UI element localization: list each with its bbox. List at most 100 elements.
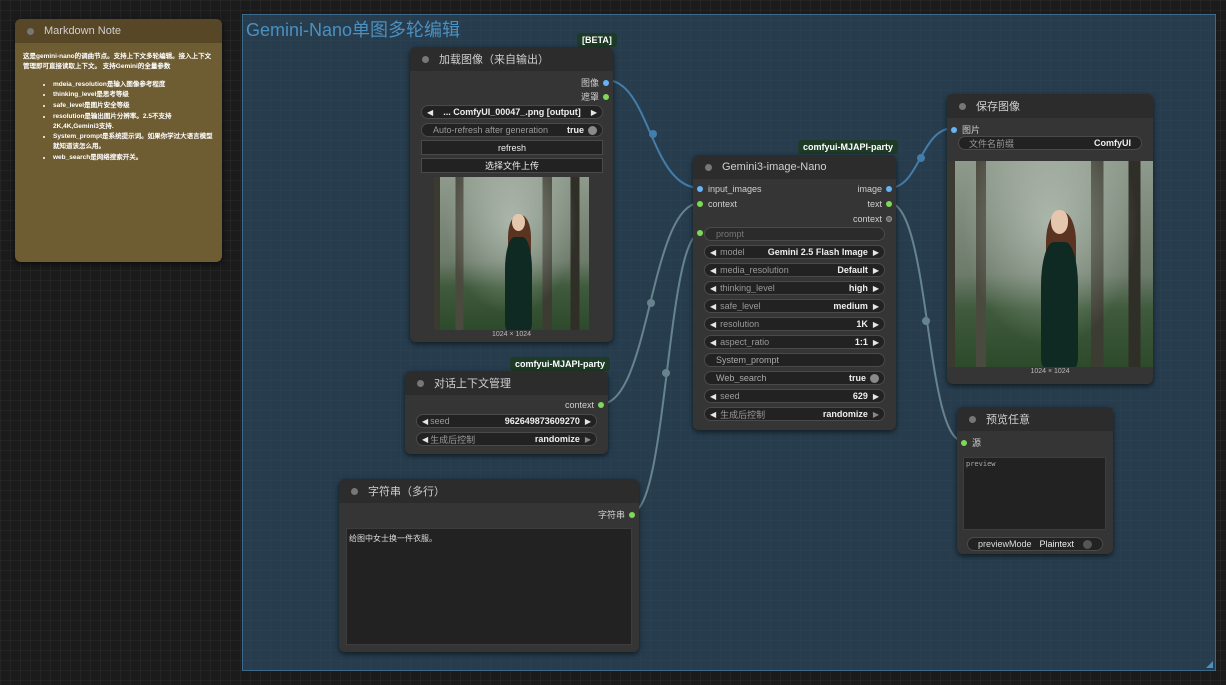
collapse-dot-icon[interactable] — [705, 163, 712, 171]
arrow-right-icon[interactable]: ▶ — [585, 435, 591, 444]
output-socket-icon[interactable] — [603, 93, 609, 100]
collapse-dot-icon[interactable] — [417, 379, 424, 387]
collapse-dot-icon[interactable] — [969, 415, 976, 423]
input-prompt[interactable] — [697, 230, 703, 236]
output-socket-icon[interactable] — [598, 402, 604, 408]
note-title-bar[interactable]: Markdown Note — [15, 19, 222, 43]
output-socket-icon[interactable] — [603, 79, 609, 86]
node-title-bar[interactable]: Gemini3-image-Nano — [693, 155, 896, 179]
arrow-right-icon[interactable]: ▶ — [873, 248, 879, 257]
autorefresh-toggle[interactable]: Auto-refresh after generation true — [421, 123, 603, 137]
collapse-dot-icon[interactable] — [27, 27, 34, 35]
input-socket-icon[interactable] — [961, 439, 967, 446]
output-socket-icon[interactable] — [629, 511, 635, 518]
group-title[interactable]: Gemini-Nano单图多轮编辑 — [246, 16, 460, 42]
node-title: 对话上下文管理 — [434, 378, 511, 390]
arrow-left-icon[interactable]: ◀ — [710, 284, 716, 293]
control-after-widget[interactable]: ◀ 生成后控制 randomize ▶ — [416, 432, 597, 446]
arrow-right-icon[interactable]: ▶ — [591, 108, 597, 117]
control-after-widget[interactable]: ◀ 生成后控制 randomize ▶ — [704, 407, 885, 421]
node-title-bar[interactable]: 字符串（多行） — [339, 479, 639, 503]
thinking-level-widget[interactable]: ◀ thinking_level high ▶ — [704, 281, 885, 295]
collapse-dot-icon[interactable] — [351, 487, 358, 495]
arrow-right-icon[interactable]: ▶ — [585, 417, 591, 426]
output-image[interactable]: 图像 — [581, 76, 609, 89]
string-multiline-node[interactable]: 字符串（多行） 字符串 给图中女士换一件衣服。 — [339, 479, 639, 652]
resolution-widget[interactable]: ◀ resolution 1K ▶ — [704, 317, 885, 331]
input-socket-icon[interactable] — [697, 230, 703, 236]
preview-any-node[interactable]: 预览任意 源 preview previewMode Plaintext — [957, 407, 1113, 554]
arrow-left-icon[interactable]: ◀ — [422, 417, 428, 426]
system-prompt-input[interactable]: System_prompt — [704, 353, 885, 367]
web-search-toggle[interactable]: Web_search true — [704, 371, 885, 385]
output-mask[interactable]: 遮罩 — [581, 90, 609, 103]
seed-widget[interactable]: ◀ seed 962649873609270 ▶ — [416, 414, 597, 428]
toggle-knob-icon[interactable] — [870, 373, 879, 383]
arrow-right-icon[interactable]: ▶ — [873, 284, 879, 293]
arrow-left-icon[interactable]: ◀ — [422, 435, 428, 444]
filename-prefix-input[interactable]: 文件名前缀 ComfyUI — [958, 136, 1142, 150]
node-title: Gemini3-image-Nano — [722, 161, 827, 173]
input-socket-icon[interactable] — [951, 126, 957, 133]
output-string[interactable]: 字符串 — [598, 508, 635, 521]
note-intro: 这是gemini-nano的调曲节点。支持上下文多轮编辑。接入上下文管理即可直接… — [23, 53, 212, 70]
output-context[interactable]: context — [565, 400, 604, 410]
arrow-right-icon[interactable]: ▶ — [873, 410, 879, 419]
output-image[interactable]: image — [857, 184, 892, 194]
arrow-left-icon[interactable]: ◀ — [710, 248, 716, 257]
gemini-nano-node[interactable]: Gemini3-image-Nano input_images context … — [693, 155, 896, 430]
arrow-right-icon[interactable]: ▶ — [873, 266, 879, 275]
upload-button[interactable]: 选择文件上传 — [421, 158, 603, 173]
aspect-ratio-widget[interactable]: ◀ aspect_ratio 1:1 ▶ — [704, 335, 885, 349]
output-label: text — [867, 199, 882, 209]
arrow-left-icon[interactable]: ◀ — [710, 302, 716, 311]
file-select[interactable]: ◀ ... ComfyUI_00047_.png [output] ▶ — [421, 105, 603, 119]
save-image-node[interactable]: 保存图像 图片 文件名前缀 ComfyUI 1024 × 1024 — [947, 94, 1153, 384]
input-source[interactable]: 源 — [961, 436, 981, 449]
arrow-right-icon[interactable]: ▶ — [873, 320, 879, 329]
toggle-knob-icon[interactable] — [588, 125, 597, 135]
output-socket-icon[interactable] — [886, 216, 892, 222]
node-title-bar[interactable]: 对话上下文管理 — [405, 371, 608, 395]
widget-value: 962649873609270 — [504, 416, 580, 426]
input-images[interactable]: input_images — [697, 184, 762, 194]
arrow-left-icon[interactable]: ◀ — [710, 392, 716, 401]
arrow-left-icon[interactable]: ◀ — [710, 320, 716, 329]
toggle-knob-icon[interactable] — [1083, 539, 1093, 549]
output-label: 图像 — [580, 78, 599, 88]
safe-level-widget[interactable]: ◀ safe_level medium ▶ — [704, 299, 885, 313]
collapse-dot-icon[interactable] — [959, 102, 966, 110]
text-input[interactable]: 给图中女士换一件衣服。 — [346, 528, 632, 645]
input-images[interactable]: 图片 — [951, 123, 980, 136]
arrow-left-icon[interactable]: ◀ — [710, 338, 716, 347]
output-socket-icon[interactable] — [886, 186, 892, 192]
arrow-right-icon[interactable]: ▶ — [873, 338, 879, 347]
arrow-left-icon[interactable]: ◀ — [710, 410, 716, 419]
refresh-button[interactable]: refresh — [421, 140, 603, 155]
output-socket-icon[interactable] — [886, 201, 892, 207]
input-socket-icon[interactable] — [697, 186, 703, 192]
load-image-node[interactable]: 加载图像（来自输出） 图像 遮罩 ◀ ... ComfyUI_00047_.pn… — [410, 47, 613, 342]
arrow-right-icon[interactable]: ▶ — [873, 392, 879, 401]
output-text[interactable]: text — [867, 199, 892, 209]
seed-widget[interactable]: ◀ seed 629 ▶ — [704, 389, 885, 403]
markdown-note[interactable]: Markdown Note 这是gemini-nano的调曲节点。支持上下文多轮… — [15, 19, 222, 262]
arrow-left-icon[interactable]: ◀ — [710, 266, 716, 275]
arrow-right-icon[interactable]: ▶ — [873, 302, 879, 311]
preview-text[interactable]: preview — [963, 457, 1106, 530]
node-title-bar[interactable]: 加载图像（来自输出） — [410, 47, 613, 71]
media-resolution-widget[interactable]: ◀ media_resolution Default ▶ — [704, 263, 885, 277]
node-title-bar[interactable]: 保存图像 — [947, 94, 1153, 118]
group-resize-handle[interactable] — [1206, 661, 1213, 668]
collapse-dot-icon[interactable] — [422, 55, 429, 63]
node-title-bar[interactable]: 预览任意 — [957, 407, 1113, 431]
preview-mode-toggle[interactable]: previewMode Plaintext — [967, 537, 1103, 551]
context-manager-node[interactable]: 对话上下文管理 context ◀ seed 962649873609270 ▶… — [405, 371, 608, 454]
widget-label: previewMode — [978, 539, 1032, 549]
input-socket-icon[interactable] — [697, 201, 703, 207]
model-widget[interactable]: ◀ model Gemini 2.5 Flash Image ▶ — [704, 245, 885, 259]
output-context[interactable]: context — [853, 214, 892, 224]
input-context[interactable]: context — [697, 199, 737, 209]
prompt-input[interactable]: prompt — [704, 227, 885, 241]
file-value: ... ComfyUI_00047_.png [output] — [443, 107, 581, 117]
